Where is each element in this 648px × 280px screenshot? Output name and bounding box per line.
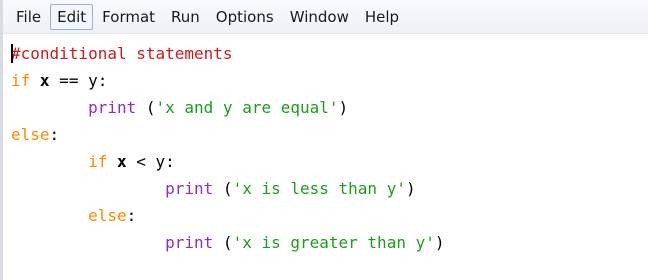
code-token: ) [434, 233, 445, 252]
code-token: ) [338, 98, 349, 117]
builtin-token: print [88, 98, 137, 117]
text-cursor [11, 44, 13, 63]
code-line[interactable]: #conditional statements [11, 40, 648, 67]
builtin-token: print [165, 179, 214, 198]
code-editor[interactable]: #conditional statements if x == y: print … [3, 40, 648, 280]
menu-file[interactable]: File [9, 4, 48, 30]
code-token: x [116, 152, 127, 171]
code-line[interactable]: print ('x and y are equal') [11, 94, 648, 121]
code-line[interactable]: print ('x is less than y') [11, 175, 648, 202]
code-token: : [165, 152, 175, 171]
menu-edit[interactable]: Edit [50, 3, 94, 30]
comment-token: #conditional statements [11, 44, 233, 63]
menu-run[interactable]: Run [164, 4, 207, 30]
keyword-token: else [11, 125, 50, 144]
keyword-token: if [11, 71, 31, 90]
code-token: == [49, 71, 89, 90]
code-token: : [49, 125, 60, 144]
string-token: 'x is greater than y' [232, 233, 435, 252]
code-line[interactable]: if x == y: [11, 67, 648, 94]
code-line[interactable]: else: [11, 202, 648, 229]
code-token: ( [213, 233, 233, 252]
code-line[interactable]: if x < y: [11, 148, 648, 175]
keyword-token: else [88, 206, 127, 225]
code-token: : [126, 206, 137, 225]
builtin-token: print [165, 233, 214, 252]
code-token: : [97, 71, 108, 90]
code-token: < [126, 152, 156, 171]
idle-editor-window: File Edit Format Run Options Window Help… [0, 0, 648, 280]
string-token: 'x is less than y' [232, 179, 406, 198]
keyword-token: if [88, 152, 108, 171]
code-token: x [39, 71, 50, 90]
string-token: 'x and y are equal' [155, 98, 339, 117]
code-token: ( [136, 98, 156, 117]
menu-window[interactable]: Window [283, 4, 356, 30]
menu-bar: File Edit Format Run Options Window Help [3, 0, 648, 34]
menu-help[interactable]: Help [358, 4, 406, 30]
code-token: ( [213, 179, 233, 198]
menu-options[interactable]: Options [209, 4, 281, 30]
code-line[interactable]: print ('x is greater than y') [11, 229, 648, 256]
code-token: y [155, 152, 166, 171]
code-token: ) [405, 179, 416, 198]
code-line[interactable]: else: [11, 121, 648, 148]
code-token: y [88, 71, 98, 90]
menu-format[interactable]: Format [95, 4, 162, 30]
